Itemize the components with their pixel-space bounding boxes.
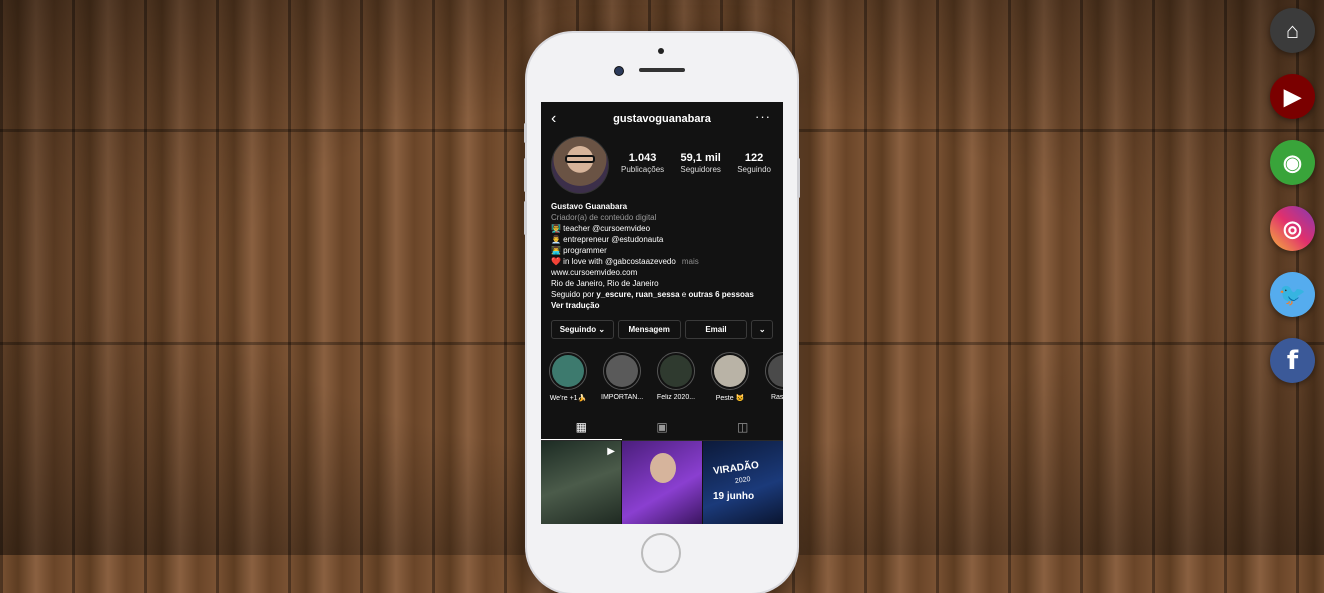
top-bar: ‹ gustavoguanabara ··· [541, 102, 783, 136]
volume-down-button [524, 201, 527, 235]
github-icon: ◉ [1282, 149, 1303, 175]
highlight-ring [711, 352, 749, 390]
message-button[interactable]: Mensagem [617, 320, 681, 339]
earpiece-speaker [639, 68, 685, 72]
website-link[interactable]: www.cursoemvideo.com [551, 267, 776, 278]
twitter-button[interactable]: 🐦 [1270, 272, 1315, 317]
post-thumbnail[interactable] [622, 441, 702, 524]
tab-tagged[interactable]: ◫ [702, 414, 783, 440]
home-button[interactable]: ⌂ [1270, 8, 1315, 53]
facebook-button[interactable]: f [1270, 338, 1315, 383]
stat-followers-value: 59,1 mil [680, 152, 721, 164]
more-options-icon[interactable]: ··· [755, 109, 771, 124]
youtube-button[interactable]: ▶ [1270, 74, 1315, 119]
bio-line: ❤️ in love with @gabcostaazevedo [551, 257, 676, 266]
instagram-button[interactable]: ◎ [1270, 206, 1315, 251]
stat-posts[interactable]: 1.043 Publicações [621, 152, 664, 174]
story-highlight[interactable]: Raspb... [763, 352, 783, 402]
igtv-icon: ▣ [656, 420, 668, 434]
highlight-cover [606, 355, 638, 387]
highlight-ring [549, 352, 587, 390]
front-sensor [658, 48, 664, 54]
profile-category: Criador(a) de conteúdo digital [551, 213, 657, 222]
highlight-label: Raspb... [770, 394, 783, 401]
avatar[interactable] [551, 136, 609, 194]
bio-more-link[interactable]: mais [682, 257, 699, 266]
story-highlight[interactable]: Peste 😺 [709, 352, 751, 402]
phone-mockup: ‹ gustavoguanabara ··· 1.043 Publicações… [524, 33, 800, 593]
stat-followers-label: Seguidores [680, 165, 721, 174]
highlight-label: We're +1🍌 [549, 395, 587, 402]
stat-posts-label: Publicações [621, 165, 665, 174]
stat-followers[interactable]: 59,1 mil Seguidores [680, 152, 720, 174]
front-camera [614, 66, 624, 76]
grid-icon: ▦ [575, 419, 587, 434]
profile-username: gustavoguanabara [613, 113, 711, 125]
instagram-icon: ◎ [1282, 215, 1303, 241]
tab-igtv[interactable]: ▣ [622, 414, 703, 440]
highlight-ring [657, 352, 695, 390]
mute-switch [524, 123, 527, 143]
followed-by-more: outras 6 pessoas [688, 290, 754, 299]
bio-line: 👨‍🏫 teacher @cursoemvideo [551, 224, 651, 233]
facebook-icon: f [1286, 345, 1299, 376]
social-links: ⌂ ▶ ◉ ◎ 🐦 f [1270, 8, 1315, 383]
volume-up-button [524, 158, 527, 192]
followed-by[interactable]: Seguido por y_escure, ruan_sessa e outra… [551, 289, 776, 300]
avatar-glasses [565, 155, 595, 163]
video-play-icon: ▶ [607, 446, 615, 457]
followed-by-names: y_escure, ruan_sessa [596, 290, 680, 299]
power-button [797, 158, 800, 198]
highlight-ring [765, 352, 783, 390]
post-thumbnail[interactable]: ▶ [541, 441, 621, 524]
highlight-label: Feliz 2020... [656, 394, 696, 401]
highlight-cover [660, 355, 692, 387]
twitter-icon: 🐦 [1278, 281, 1307, 307]
bio-line: 👨‍💼 entrepreneur @estudonauta [551, 235, 664, 244]
bio-line-last: ❤️ in love with @gabcostaazevedo mais [551, 256, 776, 267]
home-button[interactable] [641, 533, 681, 573]
stat-following-value: 122 [744, 152, 764, 164]
profile-name: Gustavo Guanabara [551, 202, 628, 211]
profile-location: Rio de Janeiro, Rio de Janeiro [551, 279, 659, 288]
post-title-text: VIRADÃO [712, 459, 760, 478]
stat-following[interactable]: 122 Seguindo [737, 152, 771, 174]
story-highlight[interactable]: IMPORTAN... [601, 352, 643, 402]
highlight-cover [552, 355, 584, 387]
highlight-label: Peste 😺 [715, 395, 745, 402]
profile-bio: Gustavo Guanabara Criador(a) de conteúdo… [551, 201, 776, 311]
home-icon: ⌂ [1285, 17, 1300, 43]
instagram-profile-screen: ‹ gustavoguanabara ··· 1.043 Publicações… [541, 102, 783, 524]
post-face-image [650, 453, 676, 483]
profile-stats: 1.043 Publicações 59,1 mil Seguidores 12… [621, 152, 771, 174]
post-thumbnail[interactable]: VIRADÃO 2020 19 junho [703, 441, 783, 524]
story-highlights: We're +1🍌 IMPORTAN... Feliz 2020... Peste 😺… [547, 352, 783, 402]
bio-line: 👨‍💻 programmer [551, 246, 607, 255]
posts-grid: ▶ VIRADÃO 2020 19 junho [541, 441, 783, 524]
story-highlight[interactable]: We're +1🍌 [547, 352, 589, 402]
profile-actions: Seguindo ⌄ Mensagem Email ⌄ [551, 320, 773, 339]
followed-by-prefix: Seguido por [551, 290, 597, 299]
highlight-label: IMPORTAN... [601, 394, 643, 401]
post-date-text: 19 junho [713, 491, 755, 502]
post-year-text: 2020 [734, 475, 751, 486]
email-button[interactable]: Email [684, 320, 748, 339]
suggestions-dropdown-button[interactable]: ⌄ [751, 320, 773, 339]
highlight-cover [768, 355, 783, 387]
tagged-icon: ◫ [737, 420, 749, 434]
highlight-ring [603, 352, 641, 390]
stat-following-label: Seguindo [737, 165, 771, 174]
following-button[interactable]: Seguindo ⌄ [551, 320, 614, 339]
profile-tabs: ▦ ▣ ◫ [541, 414, 783, 441]
highlight-cover [714, 355, 746, 387]
youtube-icon: ▶ [1284, 83, 1301, 109]
github-button[interactable]: ◉ [1270, 140, 1315, 185]
translate-link[interactable]: Ver tradução [551, 300, 776, 311]
stat-posts-value: 1.043 [628, 152, 657, 164]
tab-grid[interactable]: ▦ [541, 414, 622, 440]
story-highlight[interactable]: Feliz 2020... [655, 352, 697, 402]
